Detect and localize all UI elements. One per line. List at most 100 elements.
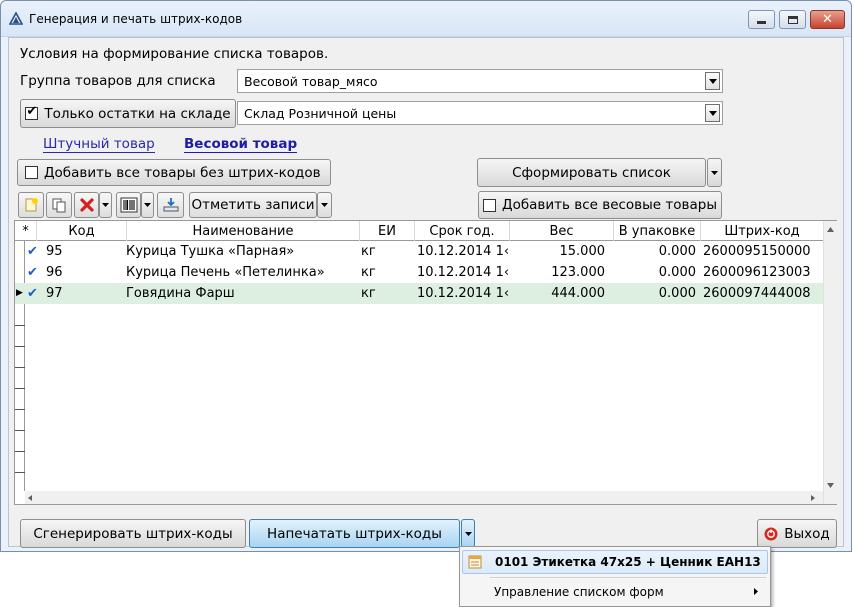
generate-barcodes-button[interactable]: Сгенерировать штрих-коды [20,519,246,548]
add-all-weight-button[interactable]: Добавить все весовые товары [478,191,722,219]
row-check-icon[interactable]: ✔ [27,283,39,304]
scroll-right-icon[interactable] [811,495,815,501]
group-select-dropdown[interactable] [705,72,720,90]
close-button[interactable]: ✕ [810,10,845,29]
cell-expiry: 10.12.2014 1‹ [417,244,509,259]
warehouse-select-dropdown[interactable] [705,104,720,122]
cell-name: Говядина Фарш [126,286,235,301]
import-icon [163,198,178,212]
cell-weight: 15.000 [559,244,606,259]
window-content: Условия на формирование списка товаров. … [8,37,844,548]
copy-icon [52,198,66,213]
print-barcodes-dropdown[interactable] [461,519,475,548]
column-header-star[interactable]: * [15,221,37,241]
cell-code: 95 [46,244,63,259]
column-header-code[interactable]: Код [37,221,127,241]
scroll-left-icon[interactable] [28,495,32,501]
row-check-icon[interactable]: ✔ [27,241,39,262]
tab-piece-goods-label: Штучный товар [43,136,155,153]
tab-weight-goods[interactable]: Весовой товар [184,136,298,153]
print-barcodes-button[interactable]: Напечатать штрих-коды [249,519,460,548]
row-separator [15,388,25,389]
column-header-pack[interactable]: В упаковке [614,221,701,241]
maximize-icon [787,15,798,24]
cell-expiry: 10.12.2014 1‹ [417,265,509,280]
group-select-value: Весовой товар_мясо [244,74,378,89]
table-row[interactable]: ✔ 96 Курица Печень «Петелинка» кг 10.12.… [15,262,823,283]
delete-icon [79,198,94,212]
menu-separator [490,577,766,578]
menu-item-label-form[interactable]: 0101 Этикетка 47x25 + Ценник ЕАН13 [462,550,768,574]
chevron-down-icon [708,110,717,116]
scroll-up-icon[interactable] [827,227,834,232]
add-all-weight-label: Добавить все весовые товары [502,197,717,213]
new-record-button[interactable] [18,192,44,218]
chevron-down-icon [708,78,717,84]
menu-item-manage-forms[interactable]: Управление списком форм [462,580,768,604]
column-header-barcode[interactable]: Штрих-код [701,221,823,241]
generate-barcodes-label: Сгенерировать штрих-коды [33,525,233,542]
barcode-dropdown[interactable] [141,192,154,218]
tab-piece-goods[interactable]: Штучный товар [43,136,155,153]
minimize-button[interactable] [748,10,775,29]
column-header-weight[interactable]: Вес [510,221,614,241]
column-header-name[interactable]: Наименование [127,221,360,241]
title-bar[interactable]: Генерация и печать штрих-кодов ✕ [1,1,851,37]
table-row[interactable]: ✔ 95 Курица Тушка «Парная» кг 10.12.2014… [15,241,823,262]
maximize-button[interactable] [779,10,806,29]
column-header-expiry[interactable]: Срок год. [415,221,510,241]
form-icon [468,555,482,569]
add-without-barcodes-checkbox[interactable] [25,166,38,179]
warehouse-select[interactable]: Склад Розничной цены [237,101,723,125]
row-check-icon[interactable]: ✔ [27,262,39,283]
row-separator [15,451,25,452]
only-stock-checkbox[interactable] [25,104,39,120]
import-button[interactable] [157,192,184,218]
chevron-down-icon [711,170,718,175]
cell-barcode: 2600097444008 [703,286,811,301]
menu-item-label-form-text: 0101 Этикетка 47x25 + Ценник ЕАН13 [495,555,761,569]
cell-unit: кг [361,244,376,259]
group-select[interactable]: Весовой товар_мясо [237,69,723,93]
mark-records-dropdown[interactable] [317,192,332,218]
vertical-scrollbar[interactable] [823,221,837,504]
cell-unit: кг [361,265,376,280]
conditions-heading: Условия на формирование списка товаров. [20,46,329,62]
delete-dropdown[interactable] [99,192,112,218]
mark-records-button[interactable]: Отметить записи [189,192,317,218]
column-header-unit[interactable]: ЕИ [360,221,415,241]
mark-records-label: Отметить записи [191,197,315,213]
cell-weight: 444.000 [551,286,605,301]
table-row-selected[interactable]: ▶ ✔ 97 Говядина Фарш кг 10.12.2014 1‹ 44… [15,283,823,304]
new-record-icon [25,198,38,212]
chevron-down-icon [144,203,151,207]
only-stock-label: Только остатки на складе [44,105,231,122]
cell-pack: 0.000 [658,286,696,301]
scroll-down-icon[interactable] [827,483,834,488]
cell-pack: 0.000 [658,265,696,280]
add-without-barcodes-button[interactable]: Добавить все товары без штрих-кодов [17,159,331,186]
only-stock-toggle[interactable]: Только остатки на складе [20,99,236,128]
app-icon [9,12,23,25]
exit-icon [764,527,778,540]
tab-weight-goods-label: Весовой товар [184,136,298,153]
print-barcodes-label: Напечатать штрих-коды [267,525,442,542]
form-list-button[interactable]: Сформировать список [477,158,706,187]
horizontal-scrollbar[interactable] [25,491,823,504]
cell-unit: кг [361,286,376,301]
cell-pack: 0.000 [658,244,696,259]
add-all-weight-checkbox[interactable] [483,198,497,212]
form-list-dropdown[interactable] [707,158,722,187]
warehouse-select-value: Склад Розничной цены [244,106,397,121]
window-title: Генерация и печать штрих-кодов [29,12,243,26]
cell-expiry: 10.12.2014 1‹ [417,286,509,301]
goods-table[interactable]: * Код Наименование ЕИ Срок год. Вес В уп… [14,220,837,505]
delete-button[interactable] [74,192,99,218]
barcode-button[interactable] [116,192,141,218]
row-separator [15,430,25,431]
exit-button[interactable]: Выход [757,519,837,548]
copy-button[interactable] [46,192,72,218]
close-icon: ✕ [822,12,833,27]
cell-name: Курица Тушка «Парная» [126,244,295,259]
row-separator [15,325,25,326]
